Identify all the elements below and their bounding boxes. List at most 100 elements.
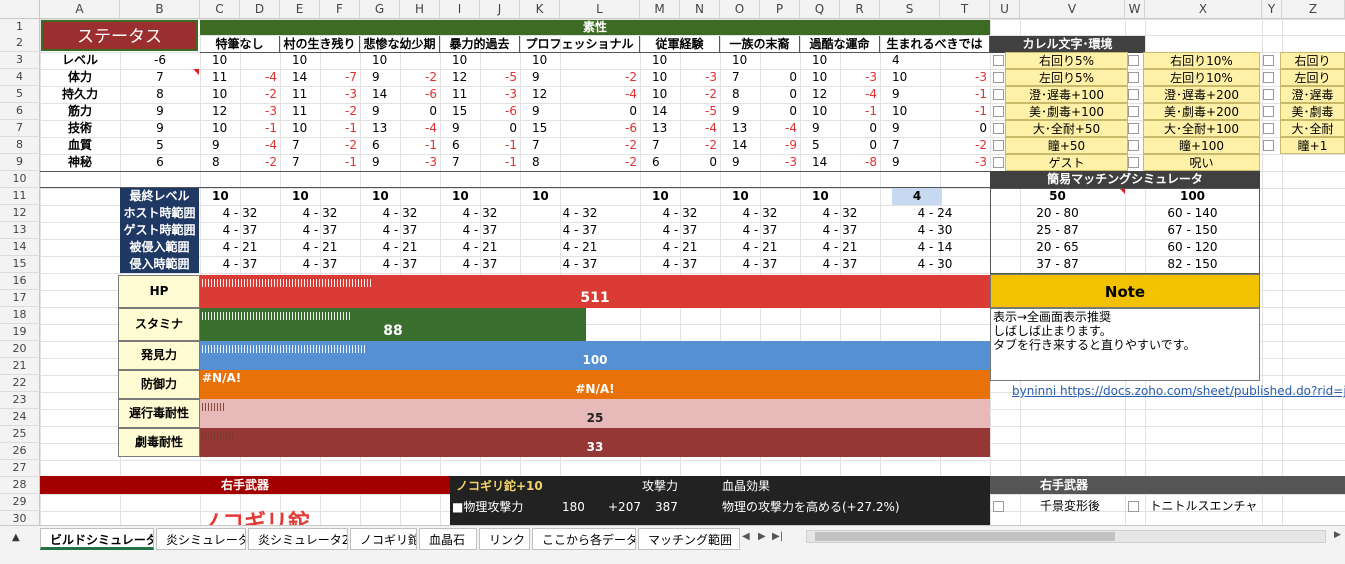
rune-option[interactable]: 澄･遅毒 xyxy=(1280,86,1345,103)
row-header-2[interactable]: 2 xyxy=(0,35,40,52)
column-header-W[interactable]: W xyxy=(1125,0,1145,19)
rune-checkbox[interactable] xyxy=(993,72,1004,83)
final-level-value[interactable]: 10 xyxy=(812,188,852,205)
sheet-tab[interactable]: ここから各データ xyxy=(532,528,636,550)
select-all-corner[interactable] xyxy=(0,0,40,19)
column-header-M[interactable]: M xyxy=(640,0,680,19)
sheet-tab[interactable]: ノコギリ鉈 xyxy=(350,528,417,550)
column-header-G[interactable]: G xyxy=(360,0,400,19)
stat-value[interactable]: 9 xyxy=(120,103,200,120)
rune-checkbox[interactable] xyxy=(1128,123,1139,134)
column-header-F[interactable]: F xyxy=(320,0,360,19)
column-header-Y[interactable]: Y xyxy=(1262,0,1282,19)
rune-option[interactable]: 左回り5% xyxy=(1005,69,1128,86)
column-header-R[interactable]: R xyxy=(840,0,880,19)
column-header-L[interactable]: L xyxy=(560,0,640,19)
scroll-right-arrow-icon[interactable]: ▶ xyxy=(1334,530,1341,540)
rune-option[interactable]: 美･劇毒+100 xyxy=(1005,103,1128,120)
rune-checkbox[interactable] xyxy=(1263,72,1274,83)
stat-value[interactable]: 9 xyxy=(120,120,200,137)
rune-option[interactable]: 瞳+50 xyxy=(1005,137,1128,154)
row-header-22[interactable]: 22 xyxy=(0,375,40,392)
rune-checkbox[interactable] xyxy=(993,89,1004,100)
rune-checkbox[interactable] xyxy=(993,157,1004,168)
row-header-17[interactable]: 17 xyxy=(0,290,40,307)
column-header-S[interactable]: S xyxy=(880,0,940,19)
rune-option[interactable]: 呪い xyxy=(1143,154,1260,171)
column-header-A[interactable]: A xyxy=(40,0,120,19)
final-level-value[interactable]: 10 xyxy=(212,188,252,205)
row-header-23[interactable]: 23 xyxy=(0,392,40,409)
final-level-value[interactable]: 10 xyxy=(532,188,572,205)
row-header-19[interactable]: 19 xyxy=(0,324,40,341)
row-header-18[interactable]: 18 xyxy=(0,307,40,324)
rune-option[interactable]: 右回り10% xyxy=(1143,52,1260,69)
rune-option[interactable]: 澄･遅毒+100 xyxy=(1005,86,1128,103)
column-header-O[interactable]: O xyxy=(720,0,760,19)
row-header-10[interactable]: 10 xyxy=(0,171,40,188)
rune-checkbox[interactable] xyxy=(1128,140,1139,151)
sheet-tab[interactable]: ビルドシミュレータ xyxy=(40,528,154,550)
rune-option[interactable]: 美･劇毒 xyxy=(1280,103,1345,120)
rune-checkbox[interactable] xyxy=(1128,89,1139,100)
row-header-4[interactable]: 4 xyxy=(0,69,40,86)
column-header-H[interactable]: H xyxy=(400,0,440,19)
stat-value[interactable]: -6 xyxy=(120,52,200,69)
rune-option[interactable]: 美･劇毒+200 xyxy=(1143,103,1260,120)
horizontal-scrollbar[interactable] xyxy=(806,530,1326,543)
rune-checkbox[interactable] xyxy=(1128,157,1139,168)
rune-option[interactable]: 左回り xyxy=(1280,69,1345,86)
row-header-5[interactable]: 5 xyxy=(0,86,40,103)
rune-checkbox[interactable] xyxy=(1263,55,1274,66)
column-header-N[interactable]: N xyxy=(680,0,720,19)
rune-option[interactable]: 瞳+1 xyxy=(1280,137,1345,154)
column-header-E[interactable]: E xyxy=(280,0,320,19)
row-header-16[interactable]: 16 xyxy=(0,273,40,290)
rune-option[interactable]: ゲスト xyxy=(1005,154,1128,171)
sheet-tab[interactable]: 炎シミュレータ xyxy=(156,528,246,550)
column-header-Q[interactable]: Q xyxy=(800,0,840,19)
add-sheet-icon[interactable]: ▲ xyxy=(12,532,20,543)
row-header-13[interactable]: 13 xyxy=(0,222,40,239)
row-header-28[interactable]: 28 xyxy=(0,477,40,494)
row-header-9[interactable]: 9 xyxy=(0,154,40,171)
rune-option[interactable]: 右回り5% xyxy=(1005,52,1128,69)
sheet-tab[interactable]: マッチング範囲 xyxy=(638,528,740,550)
row-header-25[interactable]: 25 xyxy=(0,426,40,443)
row-header-24[interactable]: 24 xyxy=(0,409,40,426)
rune-option[interactable]: 大･全耐+50 xyxy=(1005,120,1128,137)
final-level-value[interactable]: 4 xyxy=(892,188,942,205)
rune-checkbox[interactable] xyxy=(1263,106,1274,117)
final-level-value[interactable]: 10 xyxy=(732,188,772,205)
row-header-1[interactable]: 1 xyxy=(0,19,40,36)
column-header-B[interactable]: B xyxy=(120,0,200,19)
final-level-value[interactable]: 10 xyxy=(652,188,692,205)
row-header-21[interactable]: 21 xyxy=(0,358,40,375)
rune-checkbox[interactable] xyxy=(1263,123,1274,134)
stat-value[interactable]: 5 xyxy=(120,137,200,154)
column-header-T[interactable]: T xyxy=(940,0,990,19)
row-header-7[interactable]: 7 xyxy=(0,120,40,137)
weapon-checkbox[interactable] xyxy=(1128,501,1139,512)
rune-checkbox[interactable] xyxy=(1128,55,1139,66)
rune-option[interactable]: 大･全耐+100 xyxy=(1143,120,1260,137)
row-header-20[interactable]: 20 xyxy=(0,341,40,358)
right-weapon-item[interactable]: 千景変形後 xyxy=(1010,498,1130,515)
rune-option[interactable]: 澄･遅毒+200 xyxy=(1143,86,1260,103)
sheet-tab[interactable]: リンク xyxy=(479,528,530,550)
right-weapon-item[interactable]: トニトルスエンチャ xyxy=(1145,498,1262,515)
row-header-11[interactable]: 11 xyxy=(0,188,40,205)
row-header-8[interactable]: 8 xyxy=(0,137,40,154)
row-header-14[interactable]: 14 xyxy=(0,239,40,256)
stat-value[interactable]: 6 xyxy=(120,154,200,171)
rune-checkbox[interactable] xyxy=(993,106,1004,117)
stat-value[interactable]: 7 xyxy=(120,69,200,86)
column-header-V[interactable]: V xyxy=(1020,0,1125,19)
column-header-P[interactable]: P xyxy=(760,0,800,19)
column-header-D[interactable]: D xyxy=(240,0,280,19)
rune-option[interactable]: 大･全耐 xyxy=(1280,120,1345,137)
column-header-Z[interactable]: Z xyxy=(1282,0,1345,19)
rune-checkbox[interactable] xyxy=(993,55,1004,66)
row-header-27[interactable]: 27 xyxy=(0,460,40,477)
column-header-U[interactable]: U xyxy=(990,0,1020,19)
